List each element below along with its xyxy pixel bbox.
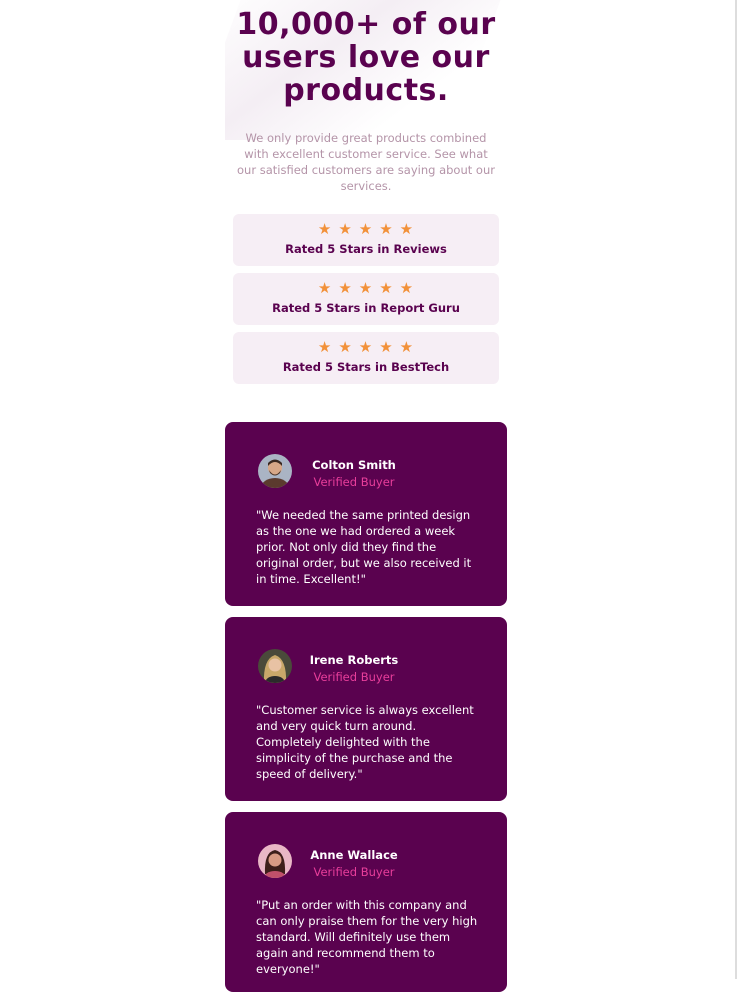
customer-name: Anne Wallace — [310, 848, 398, 862]
customer-name: Irene Roberts — [309, 653, 399, 667]
rating-report-guru: ★★★★★ Rated 5 Stars in Report Guru — [233, 273, 499, 325]
avatar-woman-dark-icon — [258, 844, 292, 878]
verified-buyer-label: Verified Buyer — [313, 865, 395, 879]
verified-buyer-label: Verified Buyer — [313, 670, 395, 684]
testimonial-card: Colton Smith Verified Buyer "We needed t… — [225, 422, 507, 606]
customer-name: Colton Smith — [312, 458, 396, 472]
testimonial-quote: "We needed the same printed design as th… — [256, 508, 472, 586]
rating-label: Rated 5 Stars in BestTech — [282, 360, 450, 374]
rating-label: Rated 5 Stars in Report Guru — [272, 301, 460, 315]
five-star-icon-row: ★★★★★ — [317, 220, 421, 238]
five-star-icon-row: ★★★★★ — [317, 338, 421, 356]
rating-reviews: ★★★★★ Rated 5 Stars in Reviews — [233, 214, 499, 266]
avatar-man-beard-icon — [258, 454, 292, 488]
five-star-icon-row: ★★★★★ — [317, 279, 421, 297]
avatar-woman-blonde-icon — [258, 649, 292, 683]
testimonial-card: Anne Wallace Verified Buyer "Put an orde… — [225, 812, 507, 992]
verified-buyer-label: Verified Buyer — [313, 475, 395, 489]
testimonial-quote: "Customer service is always excellent an… — [256, 703, 474, 781]
hero-subtitle: We only provide great products combined … — [237, 131, 495, 193]
testimonial-card: Irene Roberts Verified Buyer "Customer s… — [225, 617, 507, 801]
hero-title: 10,000+ of our users love our products. — [236, 7, 496, 108]
rating-besttech: ★★★★★ Rated 5 Stars in BestTech — [233, 332, 499, 384]
rating-label: Rated 5 Stars in Reviews — [285, 242, 447, 256]
testimonial-quote: "Put an order with this company and can … — [256, 898, 478, 976]
